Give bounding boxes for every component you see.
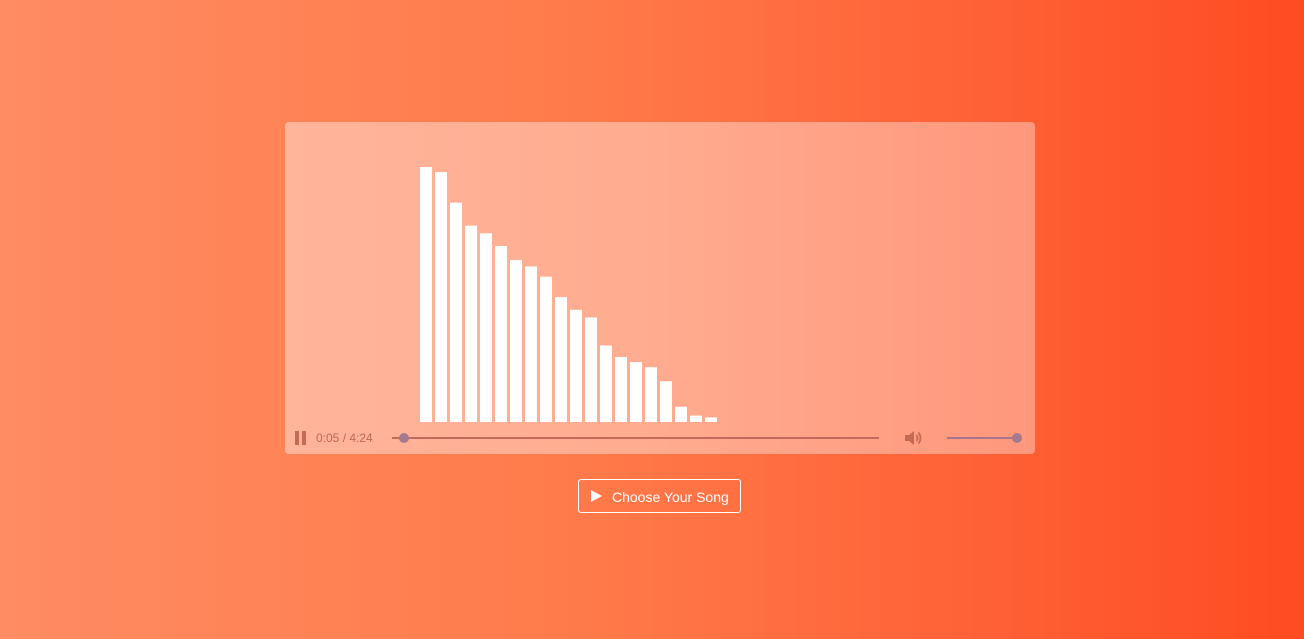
visualizer-bar <box>690 415 702 422</box>
seek-thumb[interactable] <box>399 433 410 443</box>
visualizer-bar <box>615 356 627 422</box>
visualizer-bar <box>660 381 672 422</box>
visualizer-bar <box>450 202 462 422</box>
seek-track <box>392 437 879 439</box>
visualizer-bar <box>420 167 432 422</box>
visualizer-bar <box>705 417 717 422</box>
visualizer-bar <box>600 345 612 422</box>
visualizer-bar <box>645 367 657 422</box>
visualizer-bar <box>675 406 687 422</box>
visualizer-bar <box>540 276 552 422</box>
volume-track <box>947 437 1017 439</box>
visualizer-bar <box>465 225 477 422</box>
visualizer-bar <box>495 246 507 422</box>
volume-slider[interactable] <box>947 430 1022 446</box>
audio-visualizer <box>420 167 717 422</box>
speaker-volume-icon[interactable] <box>903 428 923 448</box>
play-icon <box>591 490 602 502</box>
visualizer-bar <box>570 309 582 422</box>
seek-slider[interactable] <box>392 430 879 446</box>
choose-song-label: Choose Your Song <box>612 489 729 505</box>
visualizer-bar <box>585 317 597 422</box>
pause-icon[interactable] <box>295 431 307 445</box>
time-display: 0:05 / 4:24 <box>316 431 373 445</box>
choose-song-button[interactable]: Choose Your Song <box>578 479 741 513</box>
audio-player <box>285 122 1035 454</box>
visualizer-bar <box>555 297 567 422</box>
volume-thumb[interactable] <box>1012 433 1022 443</box>
visualizer-bar <box>510 260 522 422</box>
visualizer-bar <box>630 362 642 422</box>
visualizer-bar <box>480 233 492 422</box>
visualizer-bar <box>435 172 447 422</box>
visualizer-bar <box>525 266 537 422</box>
